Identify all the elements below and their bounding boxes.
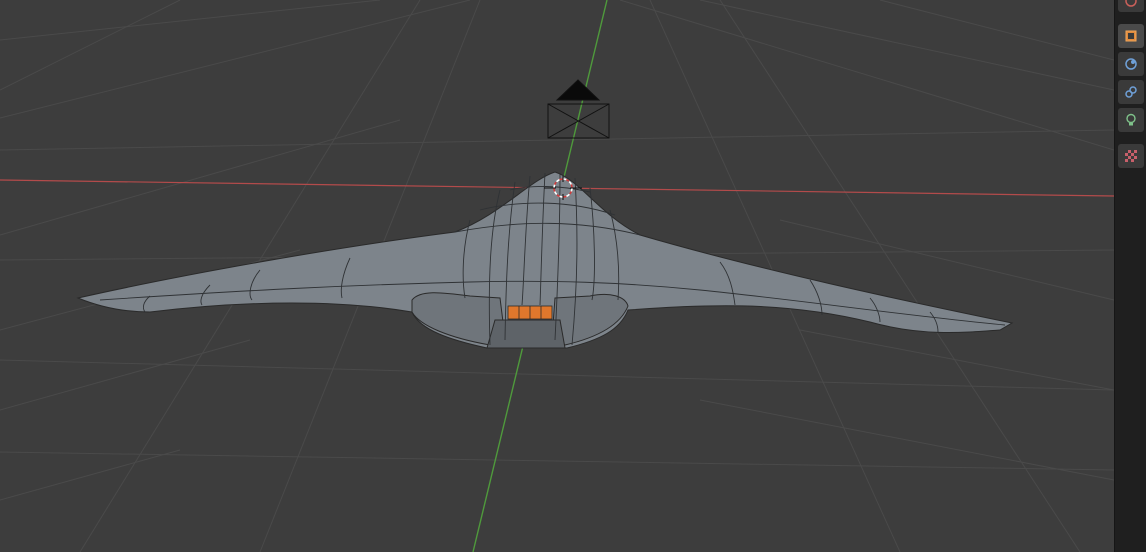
constraint-icon: [1125, 86, 1137, 98]
physics-icon: [1125, 58, 1137, 70]
scene-icon: [1125, 0, 1137, 7]
lightbulb-icon: [1126, 113, 1136, 126]
object-cube-icon: [1125, 30, 1137, 42]
tab-constraints[interactable]: [1118, 80, 1144, 104]
blender-window: [0, 0, 1146, 552]
camera-object[interactable]: [547, 79, 610, 139]
aircraft-mesh[interactable]: [76, 171, 1014, 349]
tab-object-data[interactable]: [1118, 108, 1144, 132]
tab-texture[interactable]: [1118, 144, 1144, 168]
tab-scene[interactable]: [1118, 0, 1144, 12]
texture-checker-icon: [1125, 150, 1137, 162]
properties-tab-strip: [1114, 0, 1146, 552]
3d-viewport[interactable]: [0, 0, 1114, 552]
tab-object[interactable]: [1118, 24, 1144, 48]
tab-physics[interactable]: [1118, 52, 1144, 76]
viewport-canvas[interactable]: [0, 0, 1114, 552]
